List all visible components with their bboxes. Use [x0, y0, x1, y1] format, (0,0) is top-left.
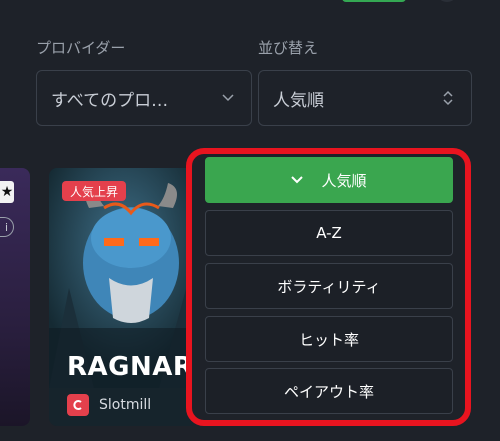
- sort-option-label: A-Z: [316, 224, 342, 242]
- provider-select-value: すべてのプロ…: [51, 90, 169, 111]
- star-icon[interactable]: ★: [0, 181, 14, 203]
- sort-select[interactable]: 人気順: [258, 70, 472, 126]
- sort-updown-icon: [439, 89, 457, 107]
- slotmill-logo-icon: [67, 394, 89, 416]
- game-card[interactable]: [49, 168, 199, 426]
- sort-option-hit-rate[interactable]: ヒット率: [205, 316, 453, 362]
- chevron-down-icon: [291, 176, 304, 184]
- sort-option-popular[interactable]: 人気順: [205, 157, 453, 203]
- sort-option-label: 人気順: [321, 171, 367, 190]
- sort-option-az[interactable]: A-Z: [205, 210, 453, 256]
- sort-option-volatility[interactable]: ボラティリティ: [205, 263, 453, 309]
- game-provider: Slotmill: [67, 394, 151, 416]
- sort-label: 並び替え: [258, 39, 319, 57]
- game-provider-name: Slotmill: [99, 397, 152, 413]
- provider-select[interactable]: すべてのプロ…: [36, 70, 252, 126]
- top-green-button[interactable]: [342, 0, 406, 2]
- top-round-button[interactable]: [436, 0, 458, 2]
- sort-option-label: ヒット率: [298, 330, 359, 349]
- provider-filter-label: プロバイダー: [36, 39, 126, 57]
- sort-select-value: 人気順: [273, 90, 324, 111]
- sort-option-label: ペイアウト率: [283, 382, 374, 401]
- sort-option-payout-rate[interactable]: ペイアウト率: [205, 368, 453, 414]
- trending-badge: 人気上昇: [62, 181, 127, 201]
- game-card-partial[interactable]: [0, 168, 30, 426]
- sort-option-label: ボラティリティ: [277, 277, 381, 296]
- chevron-down-icon: [219, 89, 237, 107]
